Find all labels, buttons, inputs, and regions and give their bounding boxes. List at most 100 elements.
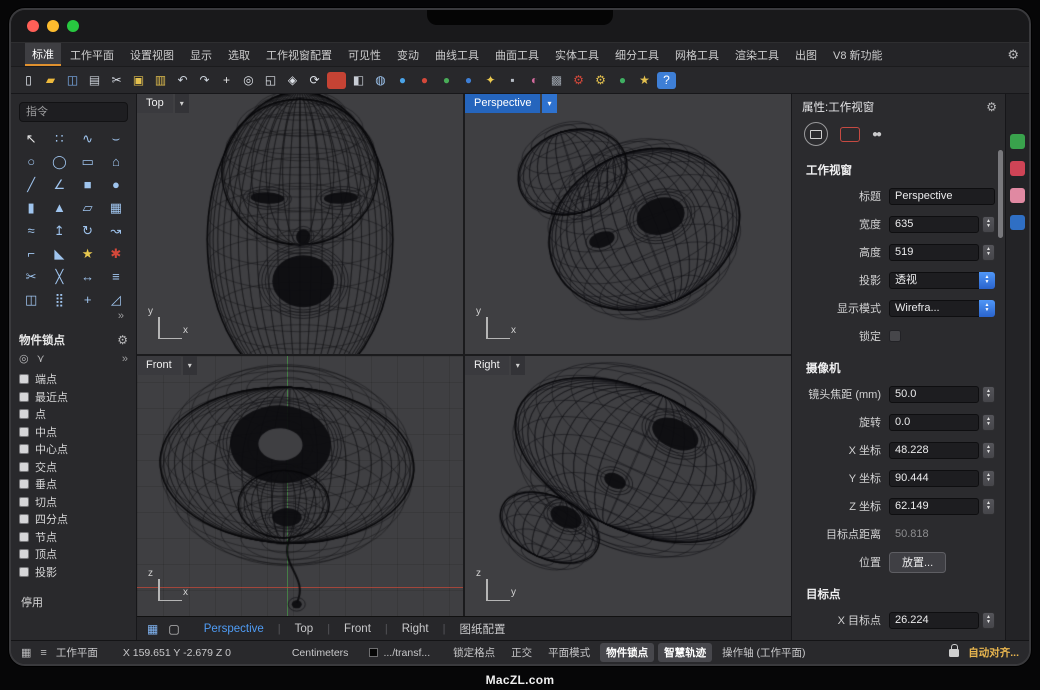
fillet-tool[interactable]: ⌐ (17, 243, 45, 264)
revolve-tool[interactable]: ↻ (74, 220, 102, 241)
checkbox[interactable] (19, 409, 29, 419)
cone-tool[interactable]: ▲ (45, 197, 73, 218)
viewport-menu-arrow-icon[interactable]: ▾ (511, 356, 525, 375)
blend-tool[interactable]: ✱ (102, 243, 130, 264)
viewport-canvas-right[interactable] (465, 356, 791, 616)
osnap-disable-toggle[interactable]: 停用 (17, 594, 130, 610)
redo-icon[interactable]: ↷ (195, 72, 214, 89)
properties-gear-icon[interactable]: ⚙ (986, 100, 997, 114)
osnap-checkbox-row[interactable]: 中心点 (17, 441, 130, 458)
four-view-layout-icon[interactable]: ▦ (147, 622, 158, 636)
material-library-icon[interactable] (1010, 161, 1025, 176)
viewport-tab[interactable]: Top (281, 623, 328, 635)
menu-item[interactable]: V8 新功能 (826, 43, 890, 66)
cut-icon[interactable]: ✂ (107, 72, 126, 89)
menu-item[interactable]: 细分工具 (608, 43, 666, 66)
checkbox[interactable] (19, 374, 29, 384)
menu-item[interactable]: 标准 (25, 43, 61, 66)
viewport-menu-arrow-icon[interactable]: ▾ (542, 94, 556, 113)
globe-icon[interactable]: ● (613, 72, 632, 89)
osnap-checkbox-row[interactable]: 交点 (17, 459, 130, 476)
menu-item[interactable]: 实体工具 (548, 43, 606, 66)
offset-tool[interactable]: ≡ (102, 266, 130, 287)
material-sphere-icon[interactable]: ◐ (525, 72, 544, 89)
fullscreen-button[interactable] (67, 20, 79, 32)
menu-item[interactable]: 工作视窗配置 (259, 43, 339, 66)
padlock-icon[interactable] (949, 649, 959, 657)
viewport-title-right[interactable]: Right (465, 356, 509, 375)
checkbox[interactable] (19, 427, 29, 437)
osnap-checkbox-row[interactable]: 顶点 (17, 546, 130, 563)
status-toggle[interactable]: 操作轴 (工作平面) (716, 643, 811, 662)
display-properties-icon[interactable] (840, 127, 860, 142)
checkbox[interactable] (19, 532, 29, 542)
lock-icon[interactable]: ▪ (503, 72, 522, 89)
sphere-tool[interactable]: ● (102, 174, 130, 195)
checkbox[interactable] (19, 392, 29, 402)
units-label[interactable]: Centimeters (292, 647, 349, 659)
print-icon[interactable]: ▤ (85, 72, 104, 89)
view-cube-icon[interactable]: ◧ (349, 72, 368, 89)
checkbox[interactable] (19, 479, 29, 489)
camera-y-input[interactable]: 90.444 (889, 470, 979, 487)
focal-length-input[interactable]: 50.0 (889, 386, 979, 403)
ellipse-tool[interactable]: ◯ (45, 151, 73, 172)
gear-red-icon[interactable]: ⚙ (569, 72, 588, 89)
undo-icon[interactable]: ↶ (173, 72, 192, 89)
viewport-tab[interactable]: Front (330, 623, 385, 635)
viewport-title-perspective[interactable]: Perspective (465, 94, 540, 113)
plane-tool[interactable]: ▱ (74, 197, 102, 218)
control-points-tool[interactable]: ∷ (45, 128, 73, 149)
scale-tool[interactable]: ◿ (102, 289, 130, 310)
polygon-tool[interactable]: ⌂ (102, 151, 130, 172)
rectangle-tool[interactable]: ▭ (74, 151, 102, 172)
osnap-checkbox-row[interactable]: 最近点 (17, 389, 130, 406)
menu-item[interactable]: 可见性 (341, 43, 388, 66)
osnap-checkbox-row[interactable]: 点 (17, 406, 130, 423)
extend-tool[interactable]: ↔ (74, 266, 102, 287)
auto-align-label[interactable]: 自动对齐... (968, 645, 1019, 660)
gear-icon[interactable]: ⚙ (1007, 43, 1019, 66)
viewport-tab[interactable]: Perspective (190, 623, 278, 635)
camera-x-input[interactable]: 48.228 (889, 442, 979, 459)
box-tool[interactable]: ■ (74, 174, 102, 195)
trim-tool[interactable]: ✂ (17, 266, 45, 287)
checkbox[interactable] (19, 444, 29, 454)
osnap-checkbox-row[interactable]: 切点 (17, 494, 130, 511)
checkbox[interactable] (19, 514, 29, 524)
osnap-history-icon[interactable]: ◎ (19, 352, 29, 365)
render-properties-icon[interactable]: ●● (872, 129, 880, 140)
camera-z-stepper[interactable]: ▲▼ (982, 498, 995, 515)
panel-scrollbar[interactable] (998, 150, 1003, 238)
viewport-name-input[interactable]: Perspective (889, 188, 995, 205)
paint-tool[interactable]: ★ (74, 243, 102, 264)
select-tool[interactable]: ↖ (17, 128, 45, 149)
viewport-tab[interactable]: Right (388, 623, 443, 635)
array-tool[interactable]: ⣿ (45, 289, 73, 310)
paste-icon[interactable]: ▥ (151, 72, 170, 89)
environment-icon[interactable] (1010, 215, 1025, 230)
curve-tool[interactable]: ∿ (74, 128, 102, 149)
checkbox[interactable] (19, 497, 29, 507)
viewport-canvas-front[interactable] (137, 356, 463, 616)
checkbox[interactable] (19, 462, 29, 472)
named-view-truck-icon[interactable] (327, 72, 346, 89)
menu-item[interactable]: 网格工具 (668, 43, 726, 66)
current-layer-chip[interactable]: .../transf... (369, 647, 430, 659)
projection-dropdown[interactable]: 透视 ▲▼ (889, 272, 995, 289)
viewport-menu-arrow-icon[interactable]: ▾ (175, 94, 189, 113)
single-view-layout-icon[interactable]: ▢ (168, 622, 179, 636)
command-prompt-input[interactable]: 指令 (19, 102, 128, 122)
checkbox[interactable] (19, 549, 29, 559)
viewport-title-top[interactable]: Top (137, 94, 173, 113)
menu-item[interactable]: 变动 (390, 43, 426, 66)
rotation-stepper[interactable]: ▲▼ (982, 414, 995, 431)
hatch-icon[interactable]: ▩ (547, 72, 566, 89)
menu-item[interactable]: 出图 (788, 43, 824, 66)
render-icon[interactable]: ● (393, 72, 412, 89)
new-features-icon[interactable]: ★ (635, 72, 654, 89)
save-icon[interactable]: ◫ (63, 72, 82, 89)
viewport-tab[interactable]: 图纸配置 (445, 621, 519, 637)
sweep-tool[interactable]: ↝ (102, 220, 130, 241)
camera-y-stepper[interactable]: ▲▼ (982, 470, 995, 487)
